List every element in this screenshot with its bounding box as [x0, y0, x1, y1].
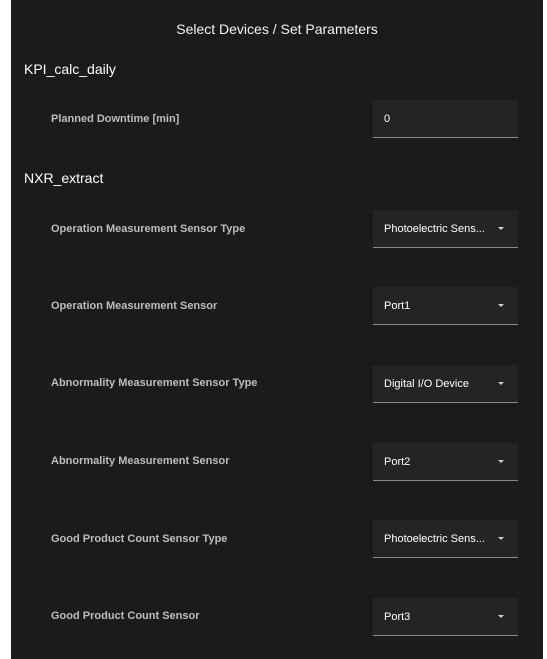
planned-downtime-label: Planned Downtime [min]	[51, 113, 180, 125]
abnormality-sensor-select[interactable]: Port2	[373, 443, 518, 481]
operation-sensor-label: Operation Measurement Sensor	[51, 300, 218, 312]
section-title-kpi-calc-daily: KPI_calc_daily	[24, 61, 116, 77]
caret-down-icon	[498, 460, 504, 463]
caret-down-icon	[498, 304, 504, 307]
caret-down-icon	[498, 537, 504, 540]
good-product-sensor-label: Good Product Count Sensor	[51, 610, 200, 622]
good-product-sensor-type-value: Photoelectric Sens...	[384, 533, 485, 545]
operation-sensor-select[interactable]: Port1	[373, 287, 518, 325]
operation-sensor-type-select[interactable]: Photoelectric Sens...	[373, 210, 518, 248]
abnormality-sensor-type-select[interactable]: Digital I/O Device	[373, 365, 518, 403]
dialog-title: Select Devices / Set Parameters	[176, 21, 378, 37]
abnormality-sensor-type-label: Abnormality Measurement Sensor Type	[51, 377, 258, 389]
operation-sensor-type-value: Photoelectric Sens...	[384, 223, 485, 235]
planned-downtime-input[interactable]	[384, 110, 504, 128]
planned-downtime-field[interactable]	[373, 100, 518, 138]
parameters-dialog: Select Devices / Set Parameters KPI_calc…	[11, 0, 543, 659]
good-product-sensor-type-label: Good Product Count Sensor Type	[51, 533, 228, 545]
abnormality-sensor-label: Abnormality Measurement Sensor	[51, 455, 230, 467]
good-product-sensor-type-select[interactable]: Photoelectric Sens...	[373, 520, 518, 558]
operation-sensor-type-label: Operation Measurement Sensor Type	[51, 223, 246, 235]
caret-down-icon	[498, 382, 504, 385]
caret-down-icon	[498, 227, 504, 230]
good-product-sensor-select[interactable]: Port3	[373, 598, 518, 636]
operation-sensor-value: Port1	[384, 300, 411, 312]
abnormality-sensor-value: Port2	[384, 456, 411, 468]
section-title-nxr-extract: NXR_extract	[24, 170, 104, 186]
caret-down-icon	[498, 615, 504, 618]
good-product-sensor-value: Port3	[384, 611, 411, 623]
abnormality-sensor-type-value: Digital I/O Device	[384, 378, 469, 390]
